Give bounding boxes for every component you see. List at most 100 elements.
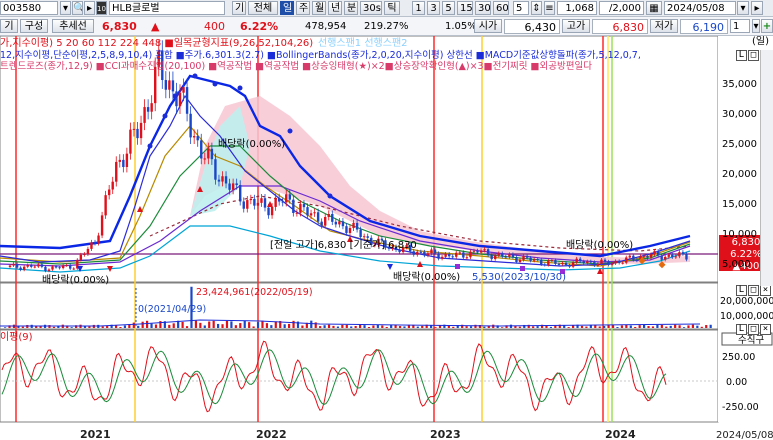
candle-body [596, 263, 600, 266]
volume-bar [656, 324, 659, 328]
volume-bar [106, 326, 109, 328]
unit-input[interactable]: 5 [513, 1, 529, 15]
signal-dot [192, 73, 198, 79]
candle-body [547, 260, 550, 265]
num-30[interactable]: 30 [475, 1, 491, 15]
candle-body [664, 256, 667, 260]
volume-bar [172, 323, 175, 328]
num-5[interactable]: 5 [442, 1, 455, 15]
candle-body [433, 249, 437, 254]
candle-body [440, 256, 444, 259]
volume-bar [421, 325, 424, 328]
pane-maximize-icon: □ [748, 285, 759, 296]
price-tick: 15,000 [722, 199, 757, 210]
num-15[interactable]: 15 [457, 1, 473, 15]
volume-bar [21, 326, 24, 328]
dropdown-icon[interactable]: ▾ [752, 19, 760, 33]
tab-base[interactable]: 기 [0, 19, 18, 33]
period-button[interactable]: 기 [232, 1, 246, 15]
legend-line-1: 가,지수이평) 5 20 60 112 224 448 ■일목균형지표(9,26… [0, 37, 313, 49]
tab-day[interactable]: 일 [280, 1, 294, 15]
volume-bar [234, 325, 237, 328]
candle-body [313, 212, 316, 214]
volume-bar [345, 324, 348, 328]
stock-name-field[interactable]: HLB글로벌 [109, 1, 225, 15]
volume-pane-buttons[interactable]: L □ × [735, 285, 771, 296]
tab-minute[interactable]: 분 [344, 1, 358, 15]
date-input[interactable]: 2024/05/08 [664, 1, 736, 15]
range-all-button[interactable]: 전체 [248, 1, 278, 15]
open-price: 6,430 [504, 19, 560, 34]
spinner-icon[interactable]: ⇕ [531, 1, 542, 15]
pane-restore-icon: L [736, 50, 747, 61]
osc-tick: -250.00 [722, 402, 759, 413]
volume-bar [620, 325, 624, 328]
volume-bar [381, 325, 384, 328]
pane-close-icon: × [760, 285, 771, 296]
candle-body [26, 264, 29, 267]
candle-body [455, 252, 458, 257]
candle-body [93, 242, 97, 244]
osc-pane-buttons[interactable]: L □ × [735, 324, 771, 335]
num-1[interactable]: 1 [412, 1, 425, 15]
osc-label[interactable]: 수직구 [738, 335, 764, 346]
volume-bar [350, 326, 353, 328]
volume-bar [217, 323, 220, 328]
oscillator-title: 이평(9) [0, 331, 33, 343]
compose-button[interactable]: 구성 [20, 19, 48, 33]
dividend-annotation: 배당락(0.00%) [218, 138, 285, 150]
candle-body [653, 251, 656, 255]
add-icon[interactable]: + [761, 19, 773, 33]
tab-year[interactable]: 년 [328, 1, 342, 15]
play-icon[interactable]: ▸ [84, 1, 95, 15]
candle-body [518, 259, 522, 263]
tab-30s[interactable]: 30s [360, 1, 382, 15]
candle-body [674, 256, 678, 258]
price-tick: 20,000 [722, 169, 757, 180]
candle-body [426, 253, 430, 256]
candle-body [139, 122, 143, 139]
tab-week[interactable]: 주 [296, 1, 310, 15]
oscillator-pane[interactable] [0, 329, 719, 423]
trendline-button[interactable]: 추세선 [52, 19, 94, 33]
candle-body [603, 259, 607, 262]
calendar-icon[interactable]: ▦ [646, 1, 662, 15]
volume-bar [447, 325, 450, 328]
candle-body [352, 222, 355, 229]
search-icon[interactable]: 🔍 [72, 1, 83, 15]
spin-icon[interactable]: ▾ [60, 1, 71, 15]
num-3[interactable]: 3 [427, 1, 440, 15]
candle-body [412, 251, 415, 255]
volume-bar [669, 325, 672, 328]
stock-code-input[interactable]: 003580 [0, 1, 58, 15]
max-count-input[interactable]: /2,000 [599, 1, 644, 15]
volume-bar [221, 324, 224, 328]
signal-dot [212, 81, 218, 87]
candle-body [69, 264, 72, 269]
candle-body [649, 254, 653, 258]
scrollbar[interactable] [760, 50, 773, 286]
chart-type-icon[interactable]: ≡ [544, 1, 555, 15]
candle-body [561, 262, 564, 265]
volume-bar [700, 326, 703, 328]
chart-area[interactable]: 가,지수이평) 5 20 60 112 224 448 ■일목균형지표(9,26… [0, 36, 773, 440]
candle-body [536, 259, 539, 261]
candle-body [423, 251, 426, 256]
volume-bar [567, 327, 570, 328]
spin-value[interactable]: 1 [730, 19, 750, 33]
tab-month[interactable]: 월 [312, 1, 326, 15]
volume-pane[interactable] [0, 282, 719, 330]
display-count-input[interactable]: 1,068 [557, 1, 597, 15]
tab-tick[interactable]: 틱 [384, 1, 400, 15]
candle-body [100, 215, 104, 236]
purple-square-icon [520, 266, 525, 271]
num-60[interactable]: 60 [493, 1, 509, 15]
hundred-icon[interactable]: 100 [96, 1, 107, 15]
date-picker-icon[interactable]: ▸ [751, 1, 763, 15]
volume-bar [359, 324, 362, 328]
candle-body [632, 255, 635, 260]
candle-body [501, 253, 504, 257]
candle-body [476, 250, 479, 253]
date-dropdown-icon[interactable]: ▾ [737, 1, 749, 15]
volume-bar [270, 325, 273, 328]
